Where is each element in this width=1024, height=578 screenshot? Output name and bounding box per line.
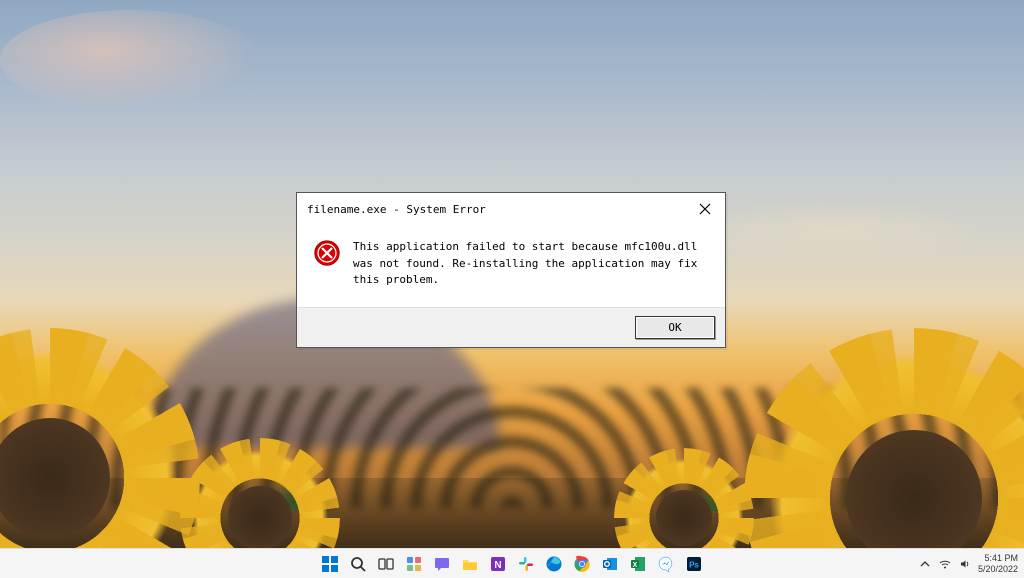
taskbar-center-icons: N X Ps: [320, 554, 704, 574]
svg-text:X: X: [633, 562, 638, 569]
desktop-wallpaper: filename.exe - System Error This applica…: [0, 0, 1024, 548]
taskbar-clock[interactable]: 5:41 PM 5/20/2022: [978, 553, 1018, 575]
ok-button[interactable]: OK: [635, 316, 715, 339]
svg-text:Ps: Ps: [689, 560, 699, 569]
chat-icon[interactable]: [432, 554, 452, 574]
dialog-message: This application failed to start because…: [353, 239, 709, 289]
edge-icon[interactable]: [544, 554, 564, 574]
wallpaper-sunflower: [744, 328, 1024, 548]
widgets-icon[interactable]: [404, 554, 424, 574]
system-tray: 5:41 PM 5/20/2022: [918, 549, 1018, 578]
dialog-title: filename.exe - System Error: [307, 203, 486, 216]
file-explorer-icon[interactable]: [460, 554, 480, 574]
close-icon: [699, 203, 711, 215]
dialog-footer: OK: [297, 307, 725, 347]
error-icon: [313, 239, 341, 267]
outlook-icon[interactable]: [600, 554, 620, 574]
dialog-titlebar[interactable]: filename.exe - System Error: [297, 193, 725, 225]
wallpaper-cloud: [0, 10, 260, 110]
slack-icon[interactable]: [516, 554, 536, 574]
wallpaper-sunflower: [0, 328, 200, 548]
close-button[interactable]: [693, 199, 717, 219]
chevron-up-icon[interactable]: [918, 557, 932, 571]
taskbar: N X Ps 5:: [0, 548, 1024, 578]
messenger-icon[interactable]: [656, 554, 676, 574]
search-icon[interactable]: [348, 554, 368, 574]
excel-icon[interactable]: X: [628, 554, 648, 574]
clock-time: 5:41 PM: [978, 553, 1018, 564]
chrome-icon[interactable]: [572, 554, 592, 574]
volume-icon[interactable]: [958, 557, 972, 571]
onenote-icon[interactable]: N: [488, 554, 508, 574]
photoshop-icon[interactable]: Ps: [684, 554, 704, 574]
wifi-icon[interactable]: [938, 557, 952, 571]
task-view-icon[interactable]: [376, 554, 396, 574]
dialog-body: This application failed to start because…: [297, 225, 725, 307]
svg-text:N: N: [494, 560, 501, 571]
error-dialog: filename.exe - System Error This applica…: [296, 192, 726, 348]
wallpaper-cloud: [684, 200, 984, 260]
start-icon[interactable]: [320, 554, 340, 574]
clock-date: 5/20/2022: [978, 564, 1018, 575]
